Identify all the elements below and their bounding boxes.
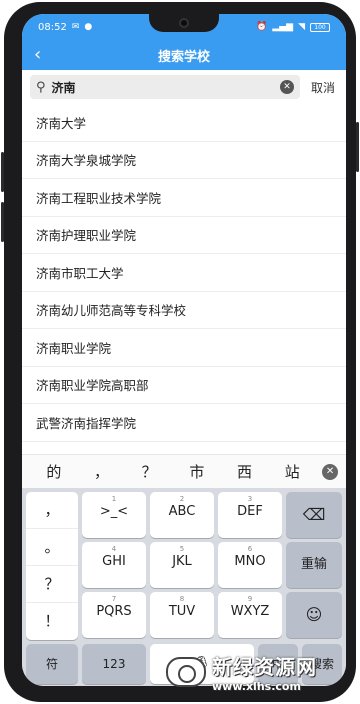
status-time: 08:52 xyxy=(38,21,67,33)
key-label: WXYZ xyxy=(230,604,270,619)
watermark-url: www.xlhs.com xyxy=(212,680,301,693)
list-item[interactable]: 济南护理职业学院 xyxy=(22,217,346,254)
punctuation-column: ， 。 ？ ！ xyxy=(26,492,78,640)
search-bar: ⚲ 济南 ✕ 取消 xyxy=(22,70,346,104)
candidate-word[interactable]: 的 xyxy=(30,461,78,482)
key-number: 8 xyxy=(179,595,185,603)
key-number: 5 xyxy=(179,545,185,553)
alarm-icon: ⏰ xyxy=(256,21,268,32)
key-2[interactable]: 2 ABC xyxy=(150,492,214,538)
reenter-label: 重输 xyxy=(300,557,327,572)
search-icon: ⚲ xyxy=(36,79,46,95)
list-item[interactable]: 济南职业学院 xyxy=(22,329,346,367)
punct-key[interactable]: ， xyxy=(26,492,78,529)
search-query[interactable]: 济南 xyxy=(52,79,274,96)
key-4[interactable]: 4 GHI xyxy=(82,542,146,588)
key-label: GHI xyxy=(102,554,126,569)
volume-button xyxy=(1,202,4,242)
key-label: DEF xyxy=(237,504,263,519)
battery-icon: 100 xyxy=(310,22,330,32)
wifi-icon: ◥ xyxy=(298,21,305,32)
key-number: 6 xyxy=(247,545,253,553)
page-title: 搜索学校 xyxy=(157,49,210,65)
key-label: >_< xyxy=(99,504,129,519)
notch xyxy=(149,14,219,32)
screen: 08:52 ✉ ● ⏰ ▂▄▆ ◥ 100 ‹ 搜索学校 ⚲ 济南 ✕ 取消 济… xyxy=(22,14,346,686)
punct-key[interactable]: 。 xyxy=(26,529,78,566)
phone-frame: 08:52 ✉ ● ⏰ ▂▄▆ ◥ 100 ‹ 搜索学校 ⚲ 济南 ✕ 取消 济… xyxy=(1,2,359,702)
key-number: 1 xyxy=(111,495,117,503)
symbol-button[interactable]: 符 xyxy=(26,644,78,684)
candidate-word[interactable]: 西 xyxy=(221,461,269,482)
key-label: JKL xyxy=(172,554,192,569)
clear-icon[interactable]: ✕ xyxy=(280,80,294,94)
key-label: TUV xyxy=(168,604,196,619)
list-item[interactable]: 济南幼儿师范高等专科学校 xyxy=(22,292,346,329)
numeric-label: 123 xyxy=(102,657,126,671)
chat-icon: ● xyxy=(84,21,93,32)
emoji-button[interactable]: ☺ xyxy=(286,592,342,638)
close-icon[interactable]: ✕ xyxy=(322,463,339,480)
list-item[interactable]: 济南工程职业技术学院 xyxy=(22,179,346,217)
list-item[interactable]: 济南市职工大学 xyxy=(22,254,346,292)
results-list: 济南大学 济南大学泉城学院 济南工程职业技术学院 济南护理职业学院 济南市职工大… xyxy=(22,104,346,442)
key-9[interactable]: 9 WXYZ xyxy=(218,592,282,638)
list-item[interactable]: 济南大学 xyxy=(22,104,346,142)
backspace-icon: ⌫ xyxy=(302,505,326,524)
watermark: 新绿资源网 www.xlhs.com xyxy=(166,646,356,698)
power-button xyxy=(356,122,359,172)
punct-key[interactable]: ？ xyxy=(26,566,78,603)
app-header: ‹ 搜索学校 xyxy=(22,40,346,70)
key-label: ABC xyxy=(168,504,196,519)
key-1[interactable]: 1 >_< xyxy=(82,492,146,538)
watermark-title: 新绿资源网 xyxy=(212,655,317,679)
search-input[interactable]: ⚲ 济南 ✕ xyxy=(30,75,300,99)
key-number: 2 xyxy=(179,495,185,503)
cloud-logo-icon xyxy=(166,657,206,687)
reenter-button[interactable]: 重输 xyxy=(286,542,342,588)
candidate-word[interactable]: ？ xyxy=(125,461,173,482)
key-number: 4 xyxy=(111,545,117,553)
punct-key[interactable]: ！ xyxy=(26,603,78,640)
key-number: 9 xyxy=(247,595,253,603)
numeric-button[interactable]: 123 xyxy=(82,644,146,684)
key-label: PQRS xyxy=(96,604,132,619)
ime-candidate-bar: 的 ， ？ 市 西 站 ✕ xyxy=(22,454,346,488)
key-7[interactable]: 7 PQRS xyxy=(82,592,146,638)
symbol-label: 符 xyxy=(45,657,58,671)
chevron-left-icon[interactable]: ‹ xyxy=(34,44,41,65)
key-3[interactable]: 3 DEF xyxy=(218,492,282,538)
key-5[interactable]: 5 JKL xyxy=(150,542,214,588)
key-number: 7 xyxy=(111,595,117,603)
list-item[interactable]: 济南职业学院高职部 xyxy=(22,367,346,404)
candidate-word[interactable]: ， xyxy=(78,461,126,482)
volume-button xyxy=(1,152,4,192)
key-6[interactable]: 6 MNO xyxy=(218,542,282,588)
candidate-word[interactable]: 市 xyxy=(173,461,221,482)
list-item[interactable]: 武警济南指挥学院 xyxy=(22,404,346,442)
signal-icon: ▂▄▆ xyxy=(272,21,294,32)
front-camera xyxy=(179,18,189,28)
key-8[interactable]: 8 TUV xyxy=(150,592,214,638)
candidate-word[interactable]: 站 xyxy=(268,461,316,482)
emoji-icon: ☺ xyxy=(305,605,323,624)
key-label: MNO xyxy=(234,554,266,569)
key-number: 3 xyxy=(247,495,253,503)
message-icon: ✉ xyxy=(71,21,80,32)
backspace-button[interactable]: ⌫ xyxy=(286,492,342,538)
cancel-button[interactable]: 取消 xyxy=(308,79,338,96)
list-item[interactable]: 济南大学泉城学院 xyxy=(22,142,346,179)
